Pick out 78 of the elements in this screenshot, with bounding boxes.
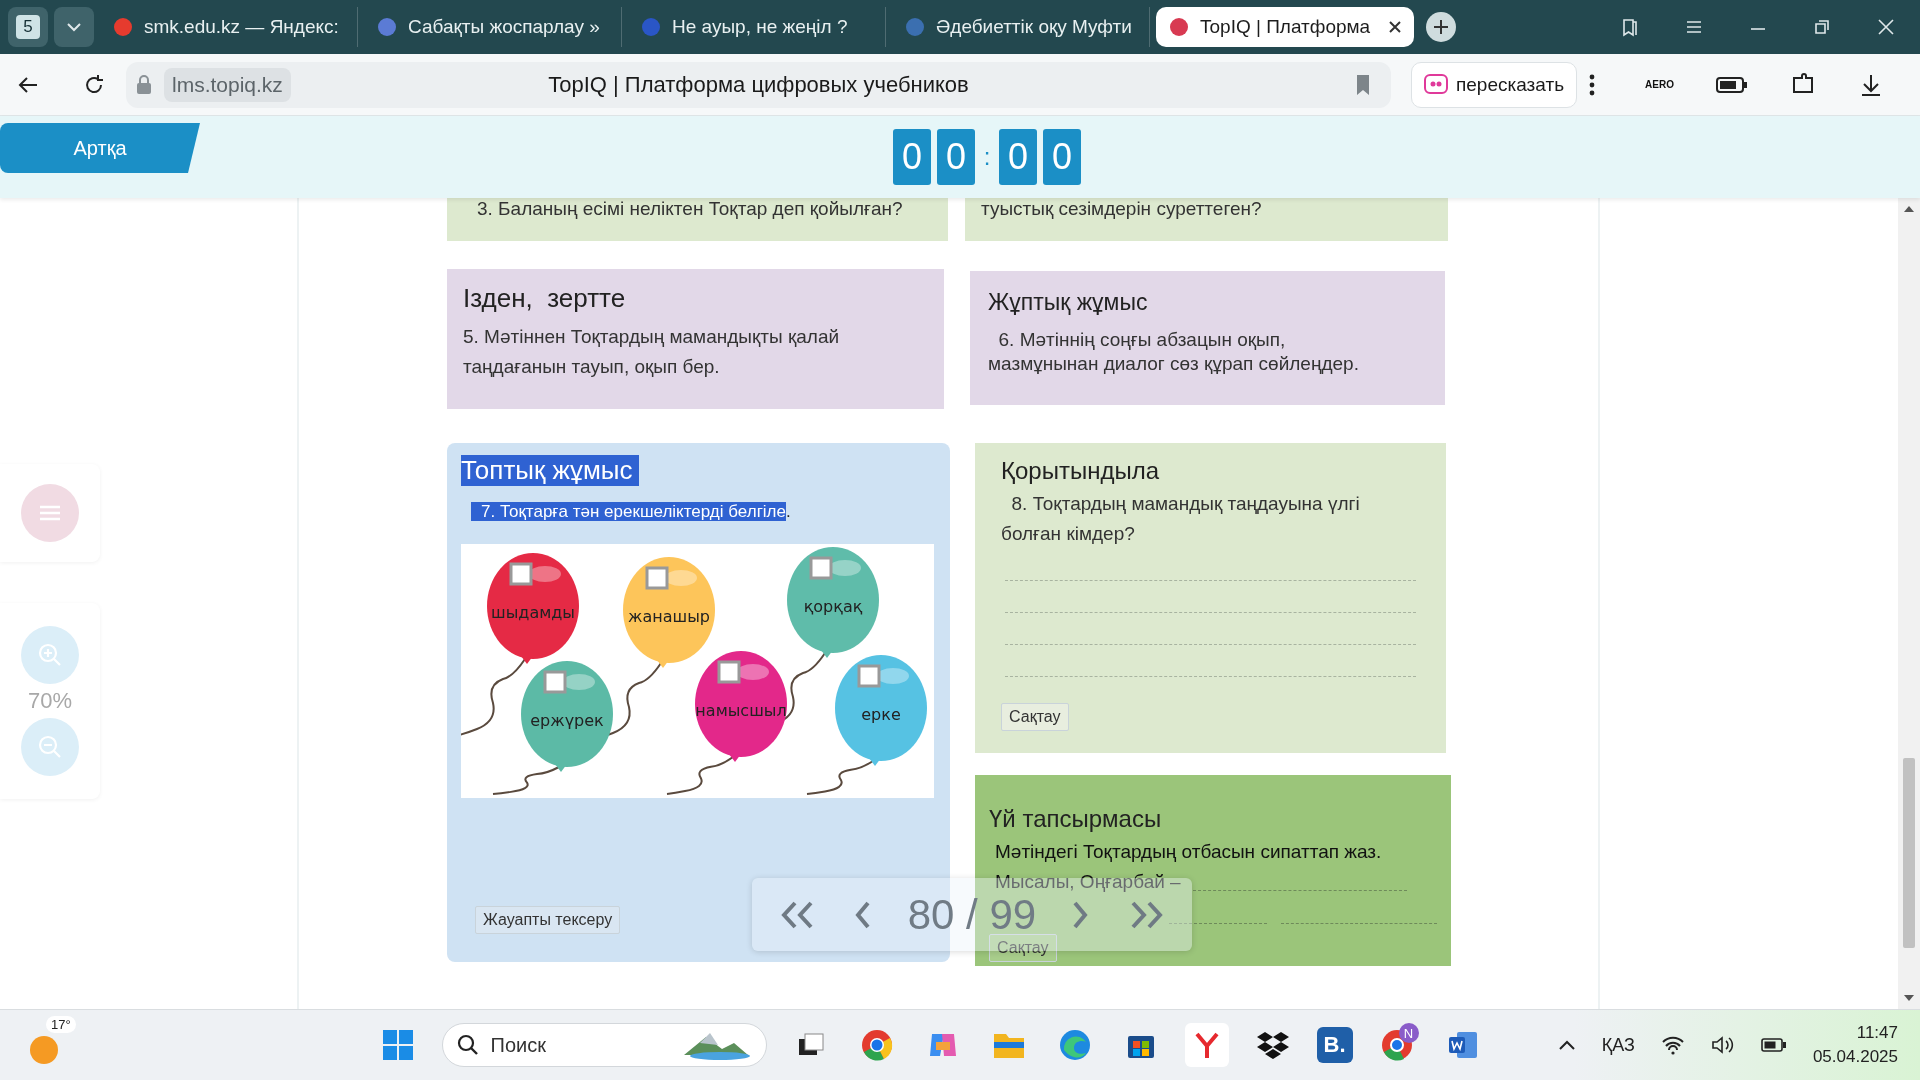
- site-icon: [1168, 16, 1190, 38]
- browser-tab[interactable]: Әдебиеттік оқу Муфти: [892, 7, 1150, 47]
- task-text: 6. Мәтіннің соңғы абзацын оқып, мазмұнынан диалог сөз құрап сөйлеңдер.: [988, 328, 1360, 376]
- browser-tab[interactable]: Не ауыр, не жеңіл ?: [628, 7, 886, 47]
- menu-icon: [39, 505, 61, 521]
- balloon-label: жанашыр: [628, 607, 710, 626]
- address-bar[interactable]: lms.topiq.kz TopIQ | Платформа цифровых учебников: [126, 61, 1391, 108]
- browser-icon[interactable]: [1184, 1023, 1229, 1067]
- timer-digit: 0: [937, 129, 975, 185]
- bookmarks-icon[interactable]: [1620, 17, 1640, 37]
- task-text: 8. Тоқтардың мамандық таңдауына үлгі болған кімдер?: [1001, 492, 1361, 546]
- clock[interactable]: 11:47 05.04.2025: [1812, 1021, 1898, 1069]
- checkbox[interactable]: [717, 660, 741, 684]
- download-icon[interactable]: [1859, 72, 1882, 97]
- plus-icon: [1433, 19, 1449, 35]
- extension-label[interactable]: AERO: [1645, 79, 1674, 90]
- timer-digit: 0: [893, 129, 931, 185]
- checkbox[interactable]: [809, 556, 833, 580]
- balloon-label: ержүрек: [530, 711, 604, 730]
- close-icon[interactable]: [1388, 20, 1402, 34]
- card-title: Жұптық жұмыс: [988, 289, 1149, 316]
- volume-icon[interactable]: [1710, 1035, 1735, 1055]
- bookmark-icon[interactable]: [1355, 73, 1371, 96]
- checkbox[interactable]: [645, 566, 669, 590]
- card-title: Үй тапсырмасы: [989, 805, 1163, 833]
- scrollbar-thumb[interactable]: [1903, 758, 1915, 948]
- checkbox[interactable]: [543, 670, 567, 694]
- close-icon[interactable]: [1876, 17, 1896, 37]
- task-text: Мәтіндегі Тоқтардың отбасын сипаттап жаз.: [995, 840, 1383, 864]
- balloon-label: қорқақ: [803, 597, 863, 616]
- scroll-down-icon[interactable]: [1904, 995, 1914, 1001]
- language-indicator[interactable]: ҚАЗ: [1601, 1034, 1635, 1056]
- app-icon[interactable]: B.: [1316, 1027, 1353, 1063]
- task-text: Мысалы, Оңғарбай –: [995, 870, 1181, 894]
- task-text: 5. Мәтіннен Тоқтардың мамандықты қалай таңдағанын тауып, оқып бер.: [463, 325, 841, 379]
- site-icon: [112, 16, 134, 38]
- battery-icon[interactable]: [1760, 1037, 1787, 1053]
- chevron-up-icon[interactable]: [1557, 1039, 1576, 1051]
- more-icon[interactable]: [1589, 73, 1596, 96]
- browser-tab[interactable]: smk.edu.kz — Яндекс:: [100, 7, 358, 47]
- new-tab-button[interactable]: [1426, 12, 1456, 42]
- zoom-in-icon: [38, 643, 62, 667]
- save-button[interactable]: Сақтау: [1001, 703, 1069, 731]
- timer-separator: :: [982, 143, 992, 171]
- tab-counter[interactable]: 5: [8, 7, 48, 47]
- chevron-down-icon: [66, 22, 82, 32]
- back-button[interactable]: Артқа: [0, 123, 200, 173]
- timer-digit: 0: [999, 129, 1037, 185]
- balloon-label: ерке: [861, 705, 901, 724]
- search-icon: [456, 1034, 479, 1056]
- card-title: Топтық жұмыс: [461, 455, 639, 486]
- browser-tab[interactable]: Сабақты жоспарлау »: [364, 7, 622, 47]
- checkbox[interactable]: [509, 562, 533, 586]
- url-text: lms.topiq.kz: [164, 67, 291, 102]
- page-title: TopIQ | Платформа цифровых учебников: [548, 71, 969, 97]
- battery-icon[interactable]: [1715, 75, 1748, 94]
- search-field[interactable]: Поиск: [488, 1032, 643, 1058]
- task-text: туыстық сезімдерін суреттеген?: [981, 198, 1263, 220]
- scroll-up-icon[interactable]: [1904, 206, 1914, 212]
- weather-widget[interactable]: 17°: [26, 1014, 82, 1072]
- balloon-label: намысшыл: [695, 701, 787, 720]
- check-answer-button[interactable]: Жауапты тексеру: [475, 906, 621, 934]
- card-title: Ізден, зертте: [463, 283, 627, 314]
- zoom-level: 70%: [27, 688, 72, 714]
- zoom-out-icon: [38, 735, 62, 759]
- lock-icon: [134, 73, 154, 96]
- balloon-label: шыдамды: [491, 603, 575, 622]
- tab-list-button[interactable]: [54, 7, 94, 47]
- wifi-icon[interactable]: [1660, 1035, 1685, 1055]
- restore-icon[interactable]: [1812, 17, 1832, 37]
- task-text: 3. Баланың есімі неліктен Тоқтар деп қойылған?: [477, 198, 904, 220]
- retell-button[interactable]: пересказать: [1411, 61, 1578, 108]
- browser-tab[interactable]: TopIQ | Платформа: [1156, 7, 1414, 47]
- checkbox[interactable]: [857, 664, 881, 688]
- card-title: Қорытындыла: [1001, 457, 1161, 485]
- timer-digit: 0: [1043, 129, 1081, 185]
- search-box[interactable]: Поиск: [441, 1023, 767, 1067]
- scrollbar[interactable]: [1898, 198, 1920, 1009]
